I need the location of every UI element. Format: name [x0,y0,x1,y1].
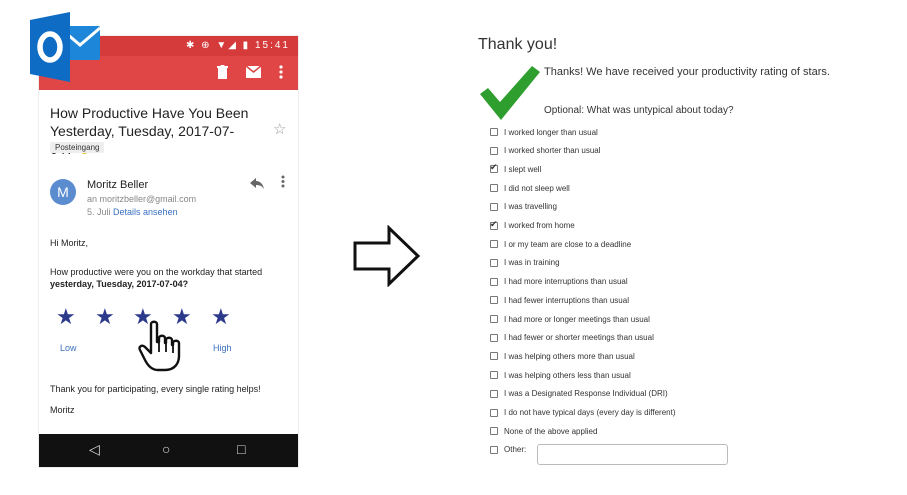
checkbox[interactable] [490,277,498,286]
option-label: None of the above applied [504,426,598,436]
option-label: I was a Designated Response Individual (… [504,389,668,399]
rating-high-label: High [213,343,232,353]
inbox-label[interactable]: Posteingang [50,142,105,153]
home-icon[interactable]: ○ [162,441,170,457]
option-label: I had fewer interruptions than usual [504,295,629,305]
option-row[interactable]: None of the above applied [490,424,730,438]
option-row[interactable]: I worked longer than usual [490,125,730,139]
checkbox[interactable] [490,408,498,417]
envelope-icon[interactable] [245,65,262,81]
checkbox-checked[interactable] [490,162,498,174]
checkbox[interactable] [490,296,498,305]
recents-icon[interactable]: □ [237,441,245,457]
avatar: M [50,179,76,205]
right-arrow-icon [353,225,421,287]
email-greeting: Hi Moritz, [50,238,88,248]
checkbox[interactable] [490,202,498,211]
question-prefix: How productive were you on the workday t… [50,267,263,277]
option-label: I had more interruptions than usual [504,277,628,287]
details-link[interactable]: Details ansehen [113,207,178,217]
checkbox[interactable] [490,371,498,380]
optional-question: Optional: What was untypical about today… [544,105,734,116]
page-title: Thank you! [478,36,558,53]
rating-star-5[interactable]: ★ [211,306,231,328]
reply-icon[interactable] [250,177,264,192]
option-label: I did not sleep well [504,183,570,193]
email-date-line: 5. Juli Details ansehen [87,207,178,217]
star-outline-icon[interactable]: ☆ [273,120,286,138]
option-row[interactable]: I was in training [490,256,730,270]
status-icons: ✱ ⊕ ▼◢ ▮ [186,40,251,51]
checkbox[interactable] [490,240,498,249]
option-label: I was travelling [504,202,557,212]
other-checkbox[interactable] [490,445,498,454]
option-row[interactable]: I was helping others less than usual [490,368,730,382]
android-nav-bar: ◁ ○ □ [39,434,298,467]
trash-icon[interactable] [217,65,228,82]
option-label: I had more or longer meetings than usual [504,314,650,324]
option-label: I had fewer or shorter meetings than usu… [504,333,654,343]
option-label: I worked shorter than usual [504,146,601,156]
checkbox[interactable] [490,352,498,361]
pointer-hand-icon [138,320,181,372]
option-row[interactable]: I was helping others more than usual [490,349,730,363]
option-row[interactable]: I do not have typical days (every day is… [490,406,730,420]
option-row[interactable]: I worked from home [490,219,730,233]
checkbox-checked[interactable] [490,219,498,230]
option-row[interactable]: I had more or longer meetings than usual [490,312,730,326]
option-row[interactable]: I slept well [490,162,730,176]
email-more-icon[interactable] [281,175,285,191]
checkbox[interactable] [490,315,498,323]
checkbox[interactable] [490,258,498,267]
rating-low-label: Low [60,343,77,353]
sender-email: an moritzbeller@gmail.com [87,194,197,204]
email-question: How productive were you on the workday t… [50,266,285,290]
option-label: I was helping others more than usual [504,351,635,361]
option-row[interactable]: I was a Designated Response Individual (… [490,387,730,401]
checkmark-icon [480,66,540,120]
option-row[interactable]: I was travelling [490,200,730,214]
rating-star-1[interactable]: ★ [56,306,76,328]
option-label: I worked from home [504,221,575,230]
email-thanks-line: Thank you for participating, every singl… [50,384,261,394]
option-row[interactable]: I did not sleep well [490,181,730,195]
checkbox[interactable] [490,146,498,155]
thanks-message: Thanks! We have received your productivi… [544,66,830,78]
option-label: I was in training [504,258,560,268]
option-row[interactable]: I had fewer interruptions than usual [490,293,730,307]
email-date: 5. Juli [87,207,111,217]
more-vert-icon[interactable] [279,65,283,82]
status-time: 15:41 [254,40,290,51]
phone-email-screen: ✱ ⊕ ▼◢ ▮ 15:41 How Productive Have You B… [39,36,298,467]
option-row[interactable]: I worked shorter than usual [490,144,730,158]
checkbox[interactable] [490,427,498,436]
question-date: yesterday, Tuesday, 2017-07-04? [50,279,189,289]
checkbox[interactable] [490,389,498,398]
option-label: I worked longer than usual [504,127,598,137]
outlook-logo-icon [30,12,101,82]
option-row[interactable]: I or my team are close to a deadline [490,237,730,251]
rating-star-2[interactable]: ★ [95,306,115,328]
option-row[interactable]: I had fewer or shorter meetings than usu… [490,331,730,345]
other-option[interactable]: Other: [490,445,526,454]
other-label: Other: [504,445,527,454]
status-bar-info: ✱ ⊕ ▼◢ ▮ 15:41 [186,40,290,51]
option-row[interactable]: I had more interruptions than usual [490,275,730,289]
back-icon[interactable]: ◁ [89,441,100,458]
option-label: I or my team are close to a deadline [504,239,632,249]
email-sign-off: Moritz [50,405,75,415]
option-label: I do not have typical days (every day is… [504,408,676,417]
other-text-input[interactable] [537,444,728,465]
sender-name: Moritz Beller [87,179,149,191]
checkbox[interactable] [490,333,498,342]
checkbox[interactable] [490,128,498,136]
option-label: I slept well [504,164,542,174]
option-label: I was helping others less than usual [504,370,631,380]
checkbox[interactable] [490,184,498,193]
